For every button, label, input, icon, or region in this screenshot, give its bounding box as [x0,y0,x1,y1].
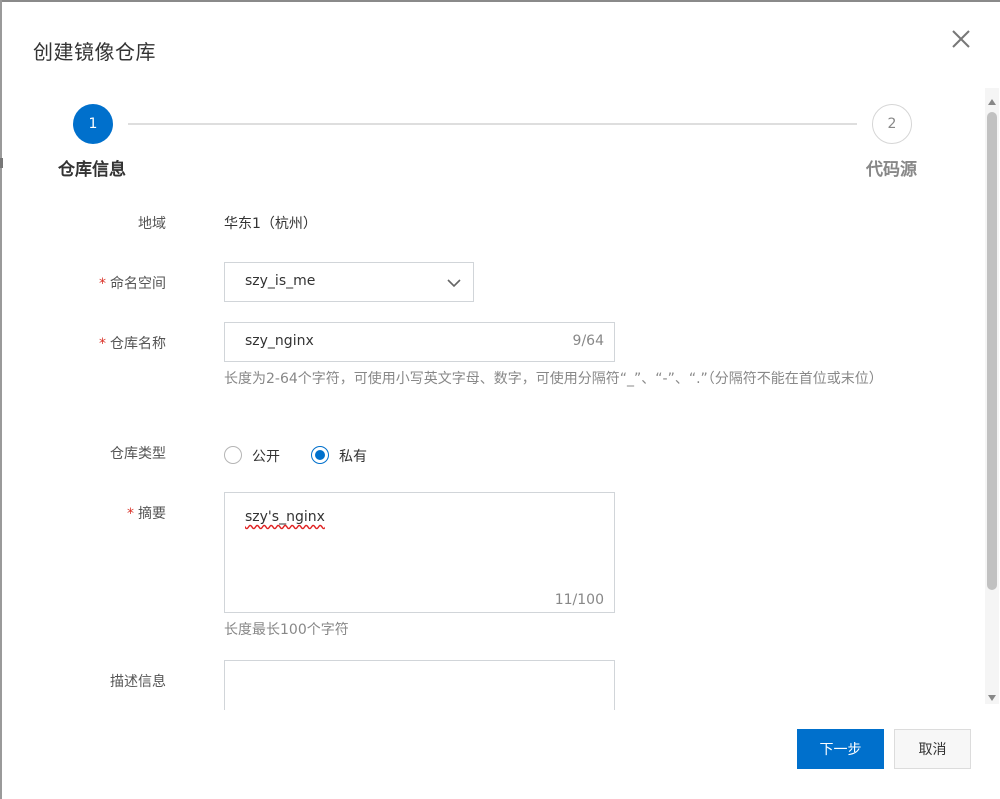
radio-public[interactable] [224,446,242,464]
repo-name-label: * 仓库名称 [99,336,166,352]
namespace-label: * 命名空间 [99,276,166,292]
namespace-select[interactable]: szy_is_me [224,262,474,302]
repo-name-value: szy_nginx [245,333,314,349]
repo-name-input[interactable]: szy_nginx 9/64 [224,322,615,362]
repo-name-counter: 9/64 [572,333,604,349]
radio-private-label[interactable]: 私有 [339,446,367,466]
window-top-border [0,0,1000,2]
repo-type-label: 仓库类型 [110,446,166,462]
description-textarea[interactable] [224,660,615,710]
step-1-indicator: 1 [73,104,113,144]
scroll-up-icon[interactable] [987,92,997,105]
scrollbar-thumb[interactable] [987,112,997,590]
description-label: 描述信息 [110,674,166,690]
region-label: 地域 [138,216,166,232]
summary-value: szy's_nginx [245,509,325,525]
cancel-button[interactable]: 取消 [894,729,971,769]
summary-counter: 11/100 [554,592,604,608]
radio-private[interactable] [311,446,329,464]
scroll-down-icon[interactable] [987,688,997,701]
required-mark: * [127,506,134,522]
required-mark: * [99,336,106,352]
step-2-indicator: 2 [872,104,912,144]
close-icon[interactable] [946,24,976,54]
step-connector [128,123,857,125]
region-value: 华东1（杭州） [224,216,317,232]
step-2-label: 代码源 [866,160,917,180]
dialog-title: 创建镜像仓库 [33,40,156,64]
radio-public-label[interactable]: 公开 [252,446,280,466]
next-step-button[interactable]: 下一步 [797,729,884,769]
repo-name-hint: 长度为2-64个字符，可使用小写英文字母、数字，可使用分隔符“_”、“-”、“.… [224,371,883,387]
summary-textarea[interactable]: szy's_nginx 11/100 [224,492,615,613]
chevron-down-icon [445,274,463,292]
background-edge-mark [0,158,3,168]
step-1-label: 仓库信息 [58,160,126,180]
summary-label: * 摘要 [127,506,166,522]
summary-hint: 长度最长100个字符 [224,622,349,638]
required-mark: * [99,276,106,292]
namespace-selected-value: szy_is_me [245,273,316,289]
